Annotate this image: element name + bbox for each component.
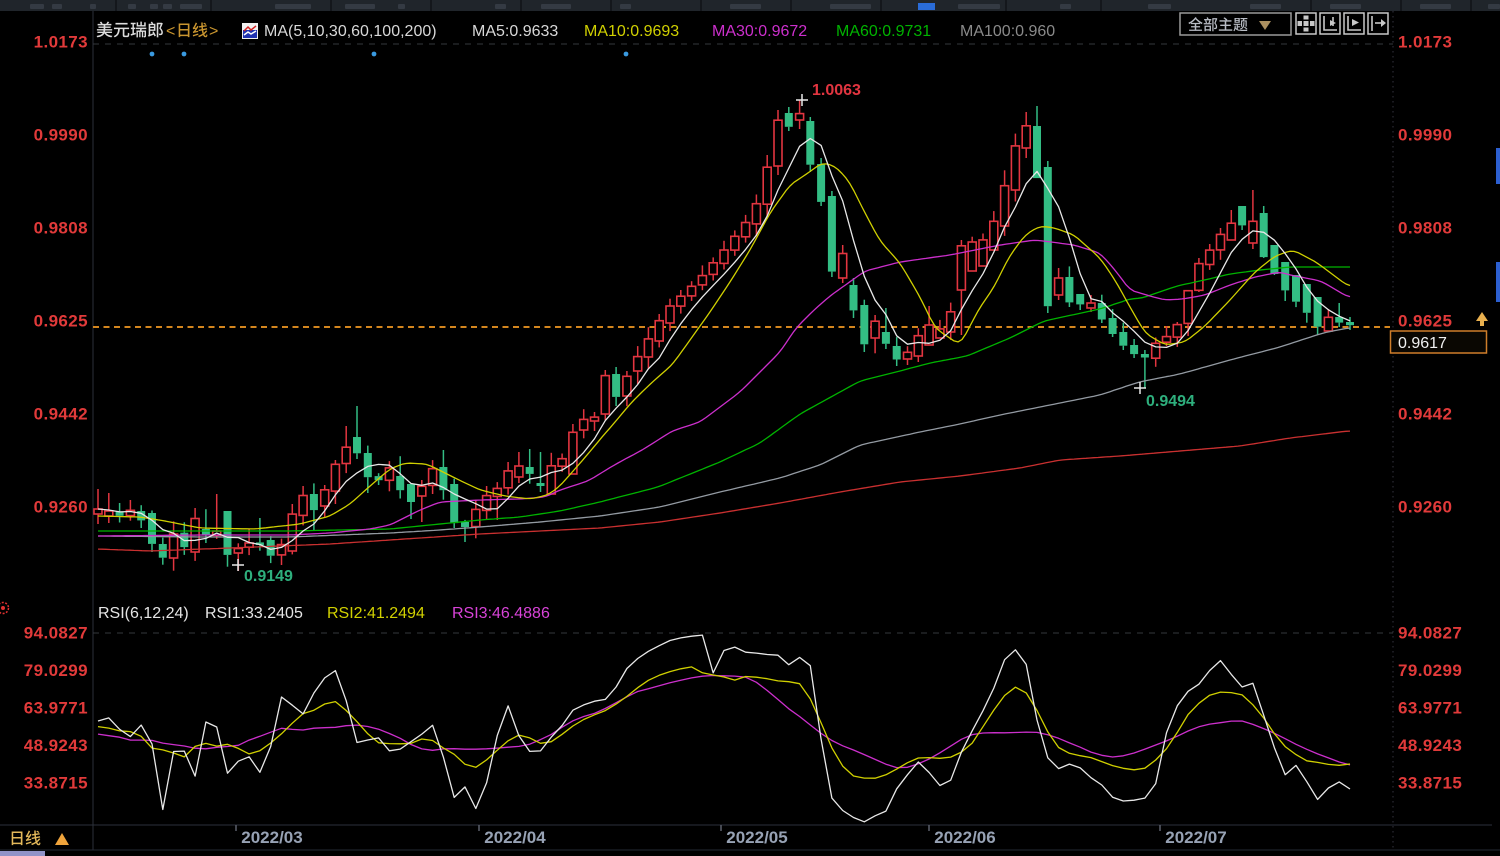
svg-text:0.9808: 0.9808 <box>34 219 88 238</box>
svg-text:MA60:0.9731: MA60:0.9731 <box>836 23 931 40</box>
svg-text:2022/07: 2022/07 <box>1165 828 1226 847</box>
svg-text:2022/05: 2022/05 <box>726 828 787 847</box>
svg-text:94.0827: 94.0827 <box>1398 624 1462 643</box>
svg-text:MA30:0.9672: MA30:0.9672 <box>712 23 807 40</box>
svg-text:RSI1:33.2405: RSI1:33.2405 <box>205 605 303 622</box>
svg-text:63.9771: 63.9771 <box>1398 699 1462 718</box>
svg-text:48.9243: 48.9243 <box>24 736 88 755</box>
svg-text:0.9617: 0.9617 <box>1398 335 1447 352</box>
svg-text:RSI3:46.4886: RSI3:46.4886 <box>452 605 550 622</box>
svg-text:63.9771: 63.9771 <box>24 699 88 718</box>
svg-text:<: < <box>166 23 175 40</box>
svg-text:MA5:0.9633: MA5:0.9633 <box>472 23 558 40</box>
svg-text:0.9442: 0.9442 <box>34 405 88 424</box>
svg-text:2022/04: 2022/04 <box>484 828 546 847</box>
svg-text:2022/06: 2022/06 <box>934 828 995 847</box>
svg-text:0.9260: 0.9260 <box>34 498 88 517</box>
svg-text:79.0299: 79.0299 <box>1398 661 1462 680</box>
svg-text:94.0827: 94.0827 <box>24 624 88 643</box>
svg-text:RSI2:41.2494: RSI2:41.2494 <box>327 605 425 622</box>
svg-text:0.9990: 0.9990 <box>34 126 88 145</box>
svg-text:79.0299: 79.0299 <box>24 661 88 680</box>
svg-text:>: > <box>209 23 218 40</box>
svg-text:0.9990: 0.9990 <box>1398 126 1452 145</box>
svg-text:0.9494: 0.9494 <box>1146 393 1195 410</box>
svg-text:RSI(6,12,24): RSI(6,12,24) <box>98 605 189 622</box>
svg-text:0.9625: 0.9625 <box>34 312 88 331</box>
svg-text:1.0063: 1.0063 <box>812 82 861 99</box>
svg-text:MA(5,10,30,60,100,200): MA(5,10,30,60,100,200) <box>264 23 437 40</box>
svg-text:0.9442: 0.9442 <box>1398 405 1452 424</box>
svg-text:MA10:0.9693: MA10:0.9693 <box>584 23 679 40</box>
svg-text:1.0173: 1.0173 <box>34 33 88 52</box>
svg-text:2022/03: 2022/03 <box>241 828 302 847</box>
svg-text:1.0173: 1.0173 <box>1398 33 1452 52</box>
svg-text:33.8715: 33.8715 <box>1398 774 1462 793</box>
svg-text:33.8715: 33.8715 <box>24 774 88 793</box>
svg-text:0.9625: 0.9625 <box>1398 312 1452 331</box>
svg-text:MA100:0.960: MA100:0.960 <box>960 23 1055 40</box>
svg-text:48.9243: 48.9243 <box>1398 736 1462 755</box>
svg-text:0.9260: 0.9260 <box>1398 498 1452 517</box>
svg-text:0.9149: 0.9149 <box>244 568 293 585</box>
svg-text:0.9808: 0.9808 <box>1398 219 1452 238</box>
